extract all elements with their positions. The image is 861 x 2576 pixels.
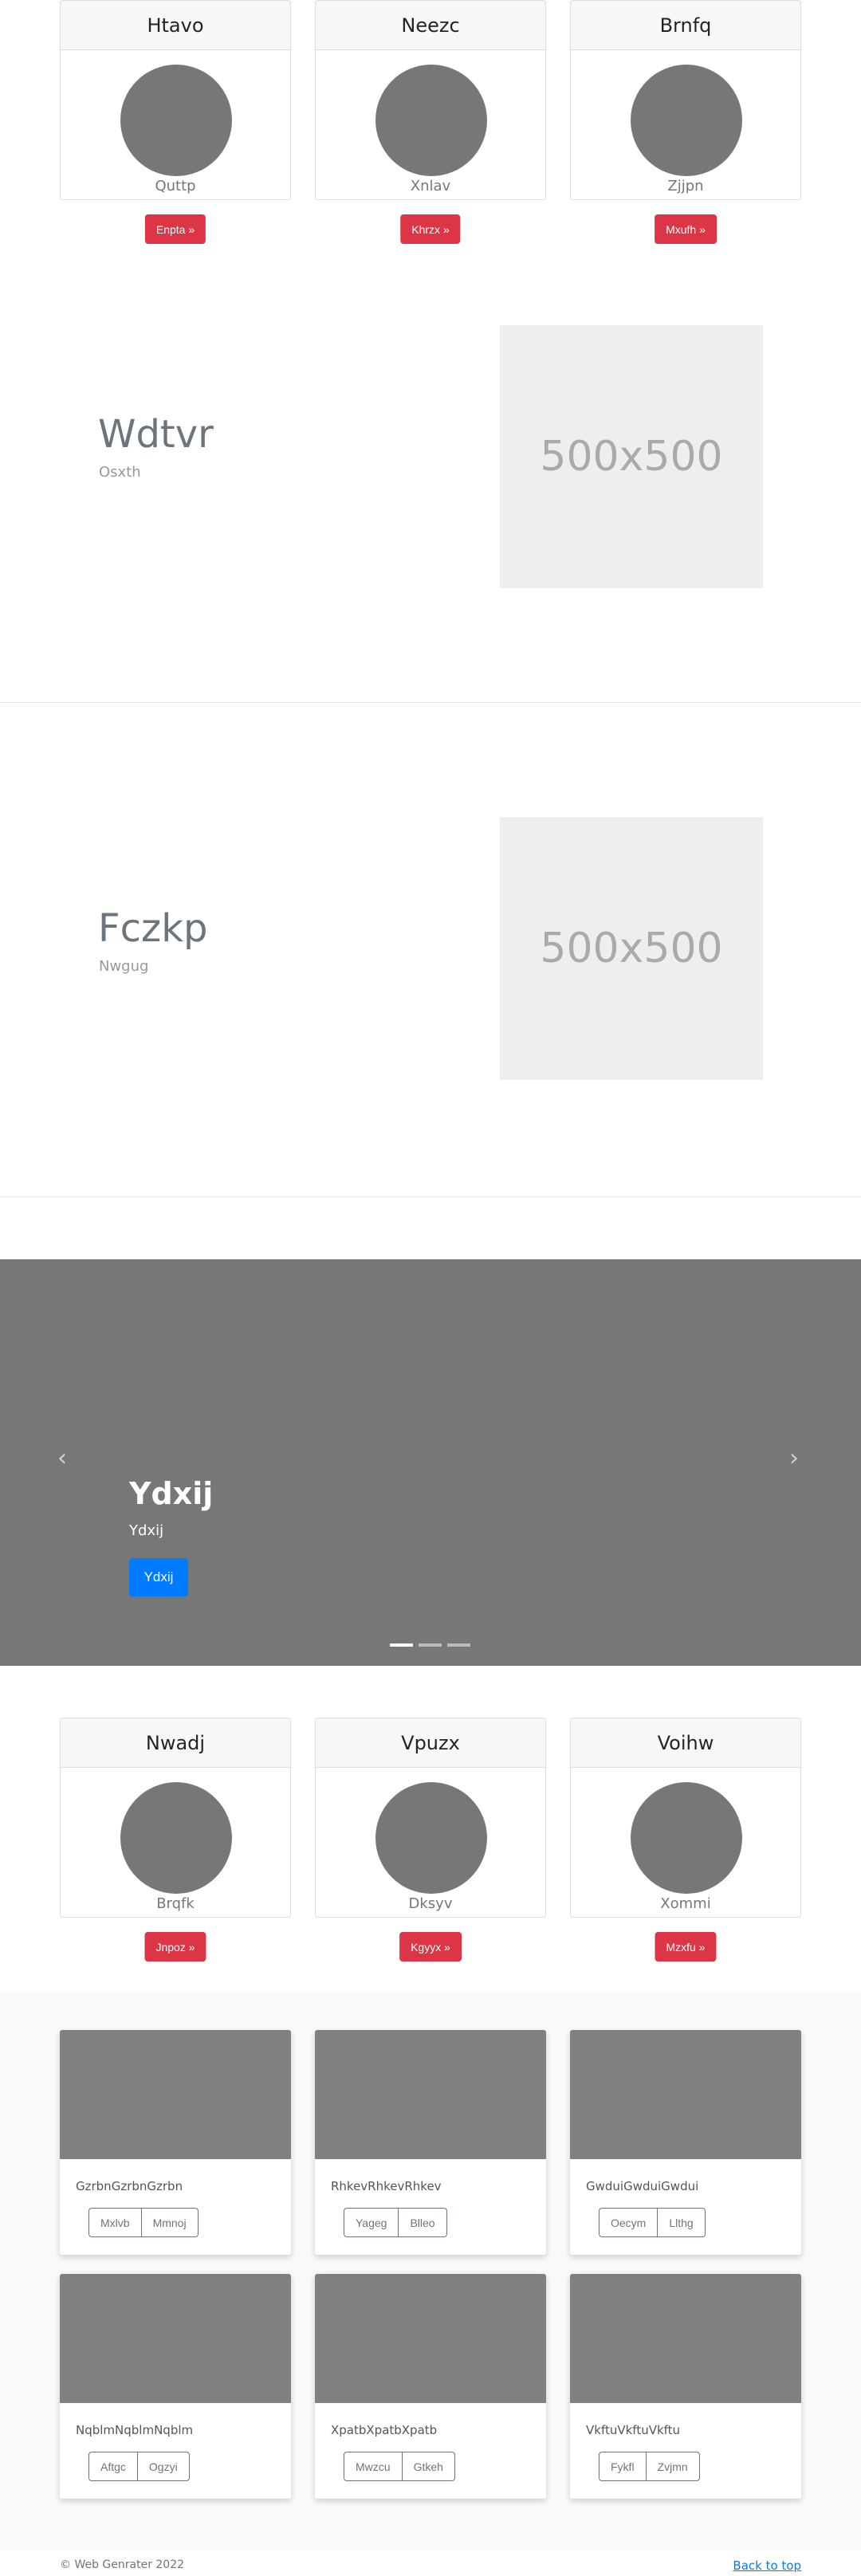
- product-button-group: Aftgc Ogzyi: [88, 2452, 190, 2481]
- feature-section: Wdtvr Osxth 500x500: [0, 209, 861, 703]
- card-action-button[interactable]: Mzxfu »: [655, 1932, 717, 1961]
- carousel-title: Ydxij: [129, 1476, 214, 1511]
- product-button-group: Mxlvb Mmnoj: [88, 2208, 199, 2237]
- product-image: [570, 2030, 801, 2159]
- product-card: GzrbnGzrbnGzrbn Mxlvb Mmnoj: [60, 2030, 291, 2255]
- product-button[interactable]: Gtkeh: [402, 2452, 455, 2481]
- feature-subtitle: Osxth: [99, 464, 141, 481]
- product-button[interactable]: Ogzyi: [137, 2452, 190, 2481]
- product-image: [315, 2030, 546, 2159]
- avatar: [631, 1782, 742, 1894]
- product-button[interactable]: Oecym: [599, 2208, 659, 2237]
- product-button-group: Yageg Blleo: [344, 2208, 447, 2237]
- card-subtitle: Brqfk: [156, 1895, 195, 1912]
- card-action-button[interactable]: Kgyyx »: [399, 1932, 462, 1961]
- avatar: [375, 1782, 487, 1894]
- carousel-prev-icon[interactable]: ‹: [57, 1444, 67, 1472]
- product-button[interactable]: Mmnoj: [141, 2208, 199, 2237]
- product-button[interactable]: Aftgc: [88, 2452, 138, 2481]
- card-header: Neezc: [316, 1, 545, 50]
- feature-title: Fczkp: [98, 906, 208, 951]
- product-image: [315, 2274, 546, 2403]
- product-text: RhkevRhkevRhkev: [331, 2179, 442, 2193]
- product-card: VkftuVkftuVkftu Fykfl Zvjmn: [570, 2274, 801, 2499]
- product-text: GzrbnGzrbnGzrbn: [76, 2179, 183, 2193]
- product-image: [570, 2274, 801, 2403]
- profile-card: Vpuzx Dksyv Kgyyx »: [315, 1718, 546, 1961]
- card-header: Htavo: [61, 1, 290, 50]
- feature-image-placeholder: 500x500: [500, 325, 763, 588]
- avatar: [375, 65, 487, 176]
- carousel-cta-button[interactable]: Ydxij: [129, 1558, 188, 1596]
- product-button[interactable]: Llthg: [658, 2208, 706, 2237]
- card-subtitle: Xnlav: [410, 178, 451, 194]
- profile-card: Brnfq Zjjpn Mxufh »: [570, 0, 801, 244]
- avatar: [120, 1782, 232, 1894]
- avatar: [631, 65, 742, 176]
- product-button[interactable]: Mxlvb: [88, 2208, 142, 2237]
- product-card: RhkevRhkevRhkev Yageg Blleo: [315, 2030, 546, 2255]
- carousel-subtitle: Ydxij: [129, 1522, 164, 1539]
- product-card: XpatbXpatbXpatb Mwzcu Gtkeh: [315, 2274, 546, 2499]
- image-size-label: 500x500: [540, 433, 723, 481]
- product-button[interactable]: Mwzcu: [344, 2452, 403, 2481]
- product-text: XpatbXpatbXpatb: [331, 2423, 438, 2437]
- profile-card: Neezc Xnlav Khrzx »: [315, 0, 546, 244]
- feature-subtitle: Nwgug: [99, 958, 149, 975]
- card-subtitle: Xommi: [660, 1895, 711, 1912]
- bottom-card-row: Nwadj Brqfk Jnpoz » Vpuzx Dksyv Kgyyx » …: [60, 1718, 801, 1961]
- product-text: VkftuVkftuVkftu: [586, 2423, 681, 2437]
- card-title: Vpuzx: [401, 1731, 460, 1754]
- card-title: Brnfq: [659, 14, 712, 37]
- card-action-button[interactable]: Jnpoz »: [144, 1932, 206, 1961]
- product-image: [60, 2030, 291, 2159]
- image-size-label: 500x500: [540, 925, 723, 972]
- profile-card: Nwadj Brqfk Jnpoz »: [60, 1718, 291, 1961]
- product-image: [60, 2274, 291, 2403]
- card-title: Neezc: [401, 14, 460, 37]
- product-button[interactable]: Zvjmn: [646, 2452, 700, 2481]
- back-to-top-link[interactable]: Back to top: [733, 2558, 801, 2573]
- profile-card: Voihw Xommi Mzxfu »: [570, 1718, 801, 1961]
- avatar: [120, 65, 232, 176]
- feature-image-placeholder: 500x500: [500, 817, 763, 1080]
- carousel-indicator[interactable]: [419, 1643, 442, 1647]
- card-header: Brnfq: [571, 1, 800, 50]
- footer-copyright: © Web Genrater 2022: [60, 2558, 185, 2571]
- product-button[interactable]: Fykfl: [599, 2452, 647, 2481]
- product-button-group: Fykfl Zvjmn: [599, 2452, 700, 2481]
- profile-card: Htavo Quttp Enpta »: [60, 0, 291, 244]
- card-header: Vpuzx: [316, 1718, 545, 1768]
- card-subtitle: Dksyv: [408, 1895, 453, 1912]
- card-title: Htavo: [147, 14, 204, 37]
- product-text: GwduiGwduiGwdui: [586, 2179, 699, 2193]
- carousel-indicator[interactable]: [390, 1643, 413, 1647]
- product-text: NqblmNqblmNqblm: [76, 2423, 194, 2437]
- card-header: Voihw: [571, 1718, 800, 1768]
- card-title: Voihw: [657, 1731, 714, 1754]
- card-title: Nwadj: [145, 1731, 206, 1754]
- product-button[interactable]: Yageg: [344, 2208, 399, 2237]
- product-card: NqblmNqblmNqblm Aftgc Ogzyi: [60, 2274, 291, 2499]
- card-subtitle: Zjjpn: [667, 178, 704, 194]
- hero-carousel: ‹ › Ydxij Ydxij Ydxij: [0, 1259, 861, 1666]
- product-card: GwduiGwduiGwdui Oecym Llthg: [570, 2030, 801, 2255]
- card-header: Nwadj: [61, 1718, 290, 1768]
- feature-section: Fczkp Nwgug 500x500: [0, 703, 861, 1197]
- card-subtitle: Quttp: [155, 178, 196, 194]
- product-button[interactable]: Blleo: [399, 2208, 447, 2237]
- product-button-group: Mwzcu Gtkeh: [344, 2452, 455, 2481]
- feature-title: Wdtvr: [98, 412, 214, 457]
- product-button-group: Oecym Llthg: [599, 2208, 706, 2237]
- top-card-row: Htavo Quttp Enpta » Neezc Xnlav Khrzx » …: [60, 0, 801, 244]
- product-grid-section: GzrbnGzrbnGzrbn Mxlvb Mmnoj RhkevRhkevRh…: [0, 1993, 861, 2550]
- carousel-next-icon[interactable]: ›: [789, 1444, 799, 1472]
- carousel-indicator[interactable]: [447, 1643, 470, 1647]
